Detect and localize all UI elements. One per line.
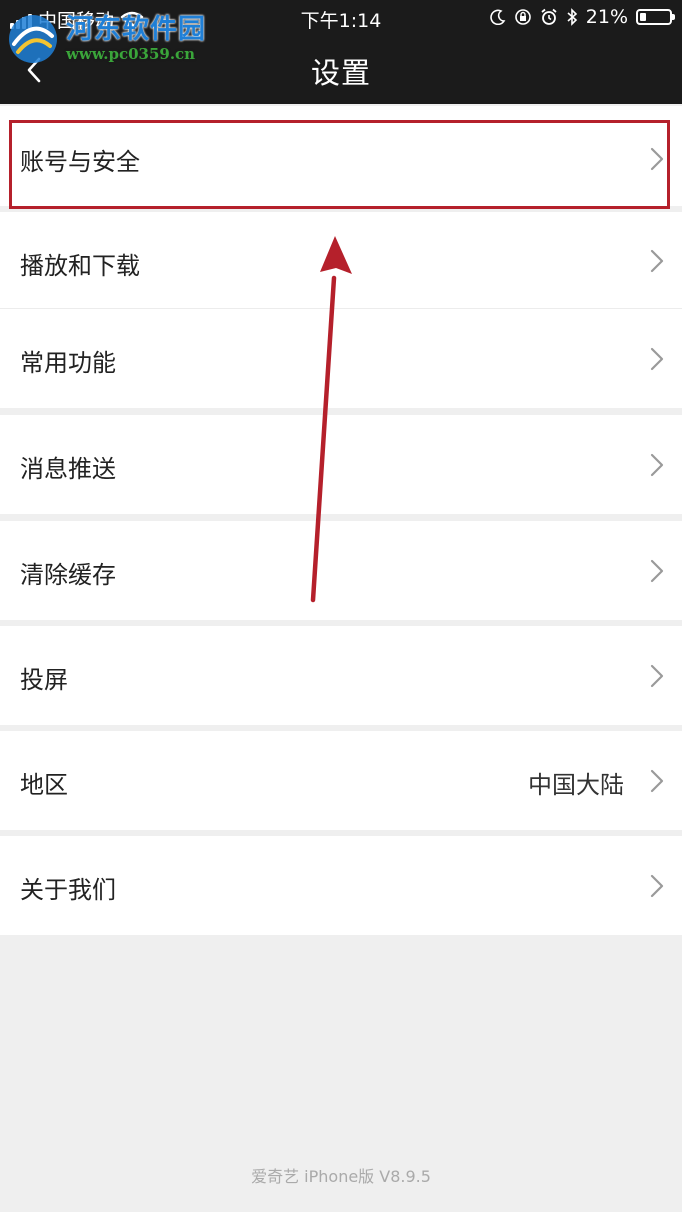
menu-item-playback-download[interactable]: 播放和下载	[0, 212, 682, 308]
chevron-right-icon	[650, 769, 664, 793]
page-title: 设置	[310, 56, 371, 90]
menu-item-label: 清除缓存	[20, 561, 116, 589]
menu-item-common-features[interactable]: 常用功能	[0, 309, 682, 408]
chevron-right-icon	[650, 347, 664, 371]
status-bar: 中国移动 下午1:14 21%	[0, 0, 682, 36]
chevron-right-icon	[650, 664, 664, 688]
menu-item-label: 消息推送	[20, 455, 116, 483]
menu-item-push-notifications[interactable]: 消息推送	[0, 415, 682, 514]
menu-item-about-us[interactable]: 关于我们	[0, 836, 682, 935]
menu-item-label: 播放和下载	[20, 252, 140, 280]
menu-item-label: 地区	[20, 771, 68, 799]
battery-percent: 21%	[585, 6, 628, 28]
menu-item-label: 关于我们	[20, 876, 116, 904]
menu-item-label: 常用功能	[20, 349, 116, 377]
menu-item-label: 账号与安全	[20, 148, 140, 176]
status-right: 21%	[490, 6, 675, 28]
region-value: 中国大陆	[528, 771, 624, 799]
app-version-footer: 爱奇艺 iPhone版 V8.9.5	[251, 1167, 431, 1186]
menu-item-screen-cast[interactable]: 投屏	[0, 626, 682, 725]
chevron-right-icon	[650, 559, 664, 583]
chevron-right-icon	[650, 147, 664, 171]
settings-screen: 中国移动 下午1:14 21% 设置 河东软件园 www.pc0359.cn 账…	[0, 0, 682, 1212]
menu-item-region[interactable]: 地区 中国大陆	[0, 731, 682, 830]
battery-icon	[636, 9, 675, 25]
menu-item-account-security[interactable]: 账号与安全	[0, 106, 682, 206]
orientation-lock-icon	[514, 9, 531, 25]
top-bar: 中国移动 下午1:14 21% 设置 河东软件园 www.pc0359.cn	[0, 0, 682, 104]
chevron-right-icon	[650, 249, 664, 273]
moon-icon	[490, 9, 506, 25]
nav-bar: 设置	[0, 36, 682, 104]
bluetooth-icon	[567, 8, 577, 26]
menu-item-clear-cache[interactable]: 清除缓存	[0, 521, 682, 620]
alarm-icon	[541, 8, 557, 25]
chevron-right-icon	[650, 874, 664, 898]
menu-item-label: 投屏	[20, 666, 68, 694]
chevron-right-icon	[650, 453, 664, 477]
